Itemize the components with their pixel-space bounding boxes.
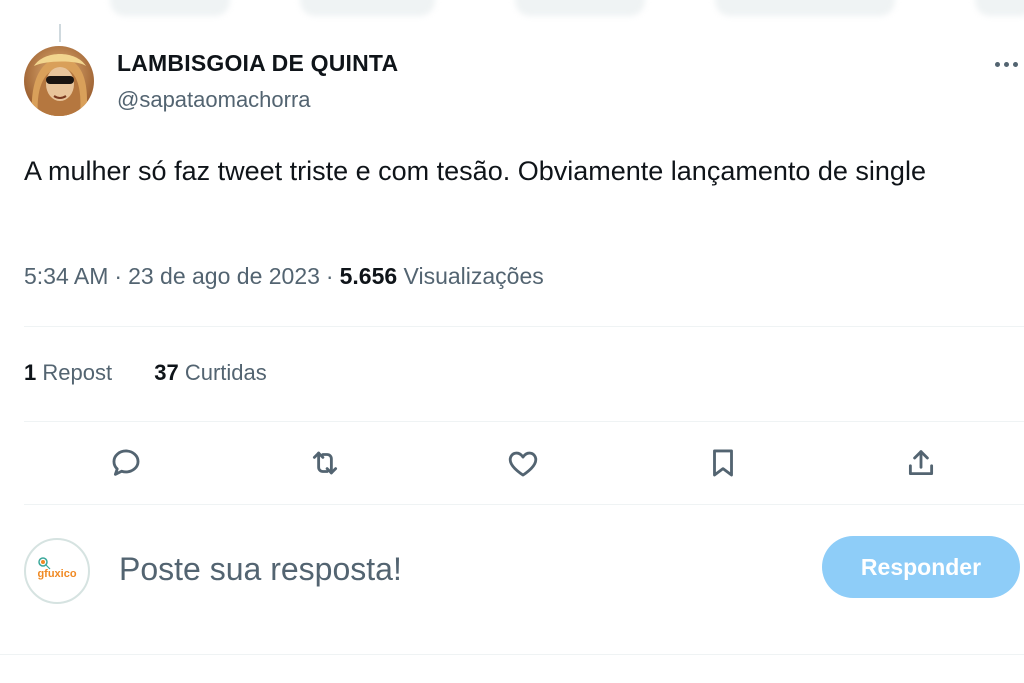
author-avatar[interactable] [24, 46, 94, 116]
share-button[interactable] [898, 440, 944, 486]
more-options-icon[interactable] [988, 50, 1024, 78]
bookmark-icon [713, 449, 733, 477]
divider [24, 326, 1024, 327]
divider [0, 654, 1024, 655]
meta-separator: · [325, 263, 334, 289]
tweet-date[interactable]: 23 de ago de 2023 [128, 263, 320, 289]
author-handle[interactable]: @sapataomachorra [117, 87, 311, 113]
thread-connector-line [59, 24, 61, 42]
views-label: Visualizações [403, 263, 544, 289]
svg-text:gfuxico: gfuxico [37, 568, 76, 580]
like-button[interactable] [500, 440, 546, 486]
reply-button[interactable] [103, 440, 149, 486]
reply-submit-button[interactable]: Responder [822, 536, 1020, 598]
tweet-metadata: 5:34 AM · 23 de ago de 2023 · 5.656 Visualiz… [24, 263, 544, 290]
likes-count: 37 [154, 360, 179, 385]
tweet-text: A mulher só faz tweet triste e com tesão… [24, 156, 926, 186]
bookmark-button[interactable] [700, 440, 746, 486]
heart-icon [508, 451, 538, 477]
divider [24, 504, 1024, 505]
repost-arrows-icon [312, 451, 338, 475]
reply-bubble-icon [112, 449, 140, 476]
reply-input[interactable] [119, 546, 759, 592]
meta-separator: · [114, 263, 123, 289]
reposts-count: 1 [24, 360, 37, 385]
tweet-action-bar [0, 440, 1024, 486]
current-user-avatar[interactable]: gfuxico [24, 538, 90, 604]
likes-stat[interactable]: 37 Curtidas [154, 360, 267, 385]
repost-button[interactable] [302, 440, 348, 486]
engagement-stats: 1 Repost 37 Curtidas [24, 360, 267, 386]
profile-photo-icon [24, 46, 94, 116]
reposts-stat[interactable]: 1 Repost [24, 360, 112, 385]
author-display-name[interactable]: LAMBISGOIA DE QUINTA [117, 50, 398, 77]
gfuxico-logo-icon: gfuxico [37, 557, 77, 580]
share-upload-icon [908, 450, 934, 476]
divider [24, 421, 1024, 422]
tweet-time[interactable]: 5:34 AM [24, 263, 108, 289]
reposts-label: Repost [42, 360, 113, 385]
views-count: 5.656 [339, 263, 398, 289]
scrolled-header-blur [0, 0, 1024, 24]
likes-label: Curtidas [184, 360, 267, 385]
